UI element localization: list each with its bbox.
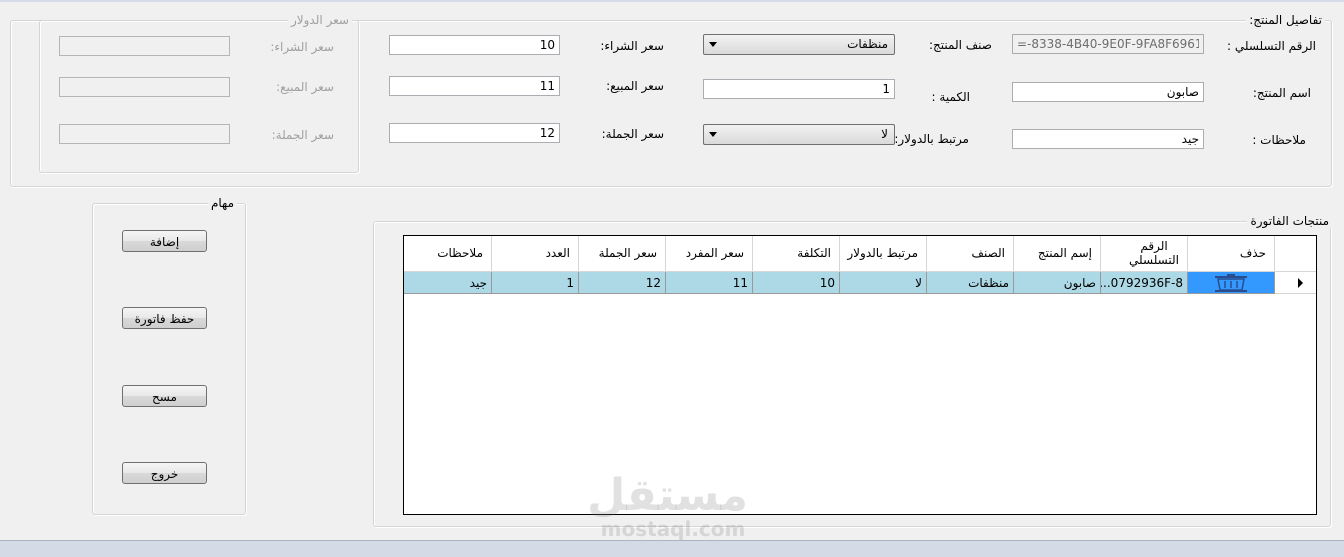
category-cell[interactable]: منظفات [927,272,1014,294]
dollar-sale-input[interactable] [59,77,230,97]
column-header-serial[interactable]: الرقم التسلسلي [1101,236,1188,272]
exit-button[interactable]: خروج [122,462,207,484]
wholesale-price-label: سعر الجملة: [601,127,664,141]
dollar-wholesale-input[interactable] [59,124,230,144]
watermark-latin: mostaql.com [600,517,746,541]
purchase-price-label: سعر الشراء: [600,39,664,53]
dollar-linked-label: مرتبط بالدولار: [894,132,969,146]
category-combo[interactable]: منظفات [703,34,895,55]
column-header-unit-price[interactable]: سعر المفرد [666,236,753,272]
notes-label: ملاحظات : [1252,133,1306,147]
notes-input[interactable] [1012,129,1204,149]
watermark-logo: مستقل mostaql.com [587,470,748,541]
invoice-products-legend: منتجات الفاتورة [1247,214,1332,228]
quantity-label: الكمية : [931,90,970,104]
product-name-label: اسم المنتج: [1252,86,1311,100]
dollar-price-legend: سعر الدولار [287,13,352,27]
dollar-purchase-input[interactable] [59,36,230,56]
save-invoice-button[interactable]: حفظ فاتورة [122,307,207,329]
watermark-arabic: مستقل [587,470,748,521]
product-name-cell[interactable]: صابون [1014,272,1101,294]
serial-cell[interactable]: ...0792936F-8 [1101,272,1188,294]
tasks-legend: مهام [207,196,237,210]
category-label: صنف المنتج: [928,38,992,52]
sale-price-input[interactable] [389,76,560,96]
purchase-price-input[interactable] [389,35,560,55]
window-top-edge [0,0,1344,2]
product-details-legend: تفاصيل المنتج: [1246,13,1325,27]
product-name-input[interactable] [1012,82,1204,102]
add-button[interactable]: إضافة [122,230,207,252]
column-header-count[interactable]: العدد [492,236,579,272]
quantity-input[interactable] [703,79,895,99]
dollar-sale-label: سعر المبيع: [276,80,334,94]
window-bottom-edge [0,540,1344,557]
column-header-category[interactable]: الصنف [927,236,1014,272]
wholesale-price-cell[interactable]: 12 [579,272,666,294]
unit-price-cell[interactable]: 11 [666,272,753,294]
wholesale-price-input[interactable] [389,123,560,143]
row-header-corner [1275,236,1316,272]
chevron-down-icon [709,132,717,137]
column-header-delete[interactable]: حذف [1188,236,1275,272]
serial-label: الرقم التسلسلي : [1227,39,1316,53]
row-header-cell[interactable] [1275,272,1316,294]
chevron-down-icon [709,42,717,47]
clear-button[interactable]: مسح [122,385,207,407]
sale-price-label: سعر المبيع: [606,79,664,93]
column-header-notes[interactable]: ملاحظات [404,236,492,272]
column-header-product-name[interactable]: إسم المنتج [1014,236,1101,272]
invoice-products-grid[interactable]: حذف الرقم التسلسلي إسم المنتج الصنف مرتبط… [403,235,1317,515]
notes-cell[interactable]: جيد [404,272,492,294]
dollar-purchase-label: سعر الشراء: [270,40,334,54]
column-header-dollar-linked[interactable]: مرتبط بالدولار [840,236,927,272]
count-cell[interactable]: 1 [492,272,579,294]
cost-cell[interactable]: 10 [753,272,840,294]
dollar-linked-combo[interactable]: لا [703,124,895,145]
dollar-linked-value: لا [881,127,888,141]
serial-input[interactable] [1012,34,1204,54]
dollar-wholesale-label: سعر الجملة: [271,128,334,142]
column-header-cost[interactable]: التكلفة [753,236,840,272]
current-row-arrow-icon [1298,278,1303,288]
category-value: منظفات [847,37,888,51]
trash-icon[interactable] [1211,273,1251,293]
delete-cell[interactable] [1188,272,1275,294]
dollar-linked-cell[interactable]: لا [840,272,927,294]
column-header-wholesale-price[interactable]: سعر الجملة [579,236,666,272]
